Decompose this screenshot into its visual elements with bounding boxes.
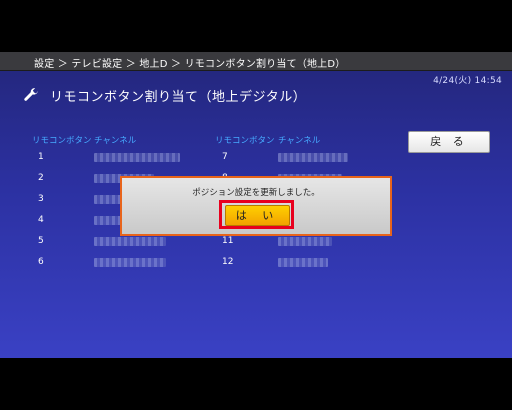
back-button[interactable]: 戻 る bbox=[408, 131, 490, 153]
row-number: 6 bbox=[38, 257, 44, 267]
col-header-channel-right: チャンネル bbox=[278, 136, 321, 146]
col-header-button-left: リモコンボタン bbox=[32, 136, 92, 146]
row-number: 7 bbox=[222, 152, 228, 162]
dialog-message: ポジション設定を更新しました。 bbox=[192, 188, 320, 198]
channel-value-blurred bbox=[94, 216, 122, 225]
channel-value-blurred bbox=[94, 153, 180, 162]
datetime: 4/24(火) 14:54 bbox=[433, 76, 502, 86]
breadcrumb-text: 設定 ＞ テレビ設定 ＞ 地上D ＞ リモコンボタン割り当て（地上D） bbox=[34, 59, 346, 70]
row-number: 12 bbox=[222, 257, 234, 267]
breadcrumb: 設定 ＞ テレビ設定 ＞ 地上D ＞ リモコンボタン割り当て（地上D） bbox=[0, 52, 512, 71]
channel-value-blurred bbox=[278, 237, 332, 246]
row-number: 4 bbox=[38, 215, 44, 225]
row-number: 2 bbox=[38, 173, 44, 183]
row-number: 3 bbox=[38, 194, 44, 204]
channel-value-blurred bbox=[94, 258, 166, 267]
row-number: 5 bbox=[38, 236, 44, 246]
channel-value-blurred bbox=[94, 237, 166, 246]
tv-settings-screen: 設定 ＞ テレビ設定 ＞ 地上D ＞ リモコンボタン割り当て（地上D） 4/24… bbox=[0, 52, 512, 358]
row-number: 1 bbox=[38, 152, 44, 162]
page-header: リモコンボタン割り当て（地上デジタル） bbox=[22, 85, 306, 105]
highlight-frame bbox=[219, 200, 294, 229]
col-header-channel-left: チャンネル bbox=[94, 136, 137, 146]
row-number: 11 bbox=[222, 236, 234, 246]
channel-value-blurred bbox=[278, 258, 328, 267]
channel-value-blurred bbox=[278, 153, 348, 162]
col-header-button-right: リモコンボタン bbox=[215, 136, 275, 146]
confirmation-dialog: ポジション設定を更新しました。 は い bbox=[120, 176, 392, 236]
page-title: リモコンボタン割り当て（地上デジタル） bbox=[50, 89, 307, 105]
wrench-icon bbox=[24, 88, 39, 101]
